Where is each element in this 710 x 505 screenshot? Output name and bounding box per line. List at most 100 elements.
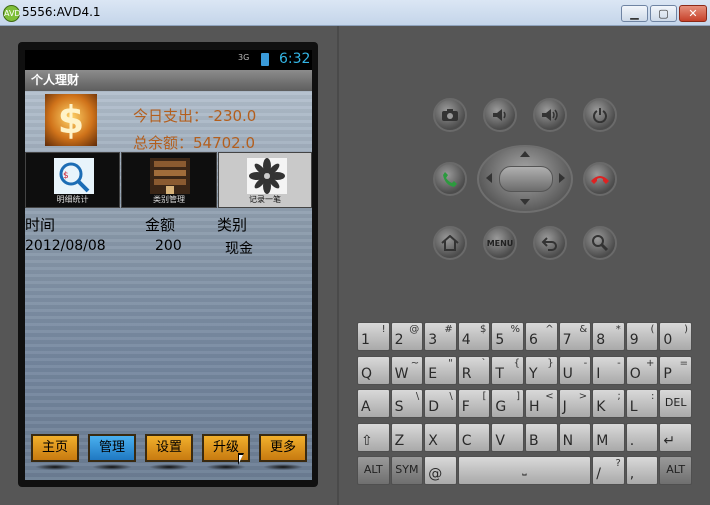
search-button[interactable] bbox=[583, 226, 617, 260]
key-label: C bbox=[461, 432, 472, 449]
key-at[interactable]: @ bbox=[424, 456, 457, 486]
key-comma[interactable]: , bbox=[625, 456, 659, 486]
menu-icon: MENU bbox=[486, 238, 514, 248]
key-0[interactable]: 0) bbox=[659, 322, 692, 351]
key-enter[interactable]: ↵ bbox=[659, 422, 692, 452]
key-6[interactable]: 6 ^ bbox=[525, 322, 558, 351]
key-2[interactable]: 2 @ bbox=[390, 322, 424, 351]
key-h[interactable]: H < bbox=[525, 389, 558, 419]
key-s[interactable]: S \ bbox=[390, 389, 424, 419]
table-row-amount[interactable]: 200 bbox=[155, 238, 182, 254]
key-alt-label: + bbox=[646, 357, 655, 369]
key-9[interactable]: 9( bbox=[625, 322, 659, 351]
key-f[interactable]: F[ bbox=[457, 389, 491, 419]
dpad-up-icon[interactable] bbox=[520, 151, 530, 157]
key-e[interactable]: E " bbox=[424, 355, 457, 385]
nav-home-button[interactable]: 主页 bbox=[31, 434, 79, 462]
key-alt-label: ~ bbox=[410, 357, 420, 369]
nav-more-button[interactable]: 更多 bbox=[259, 434, 307, 462]
key-label: H bbox=[529, 399, 540, 416]
power-button[interactable] bbox=[583, 98, 617, 132]
home-button[interactable] bbox=[433, 226, 467, 260]
key-alt[interactable]: ALT bbox=[659, 456, 692, 486]
key-l[interactable]: L: bbox=[625, 389, 659, 419]
key-o[interactable]: O + bbox=[625, 355, 659, 385]
key-g[interactable]: G] bbox=[491, 389, 524, 419]
key-b[interactable]: B bbox=[525, 422, 558, 452]
key-label: D bbox=[428, 399, 439, 416]
nav-settings-button[interactable]: 设置 bbox=[145, 434, 193, 462]
tile-category[interactable]: 类别管理 bbox=[121, 152, 217, 208]
key-y[interactable]: Y} bbox=[525, 355, 558, 385]
key-j[interactable]: J > bbox=[558, 389, 592, 419]
key-label: ↵ bbox=[663, 432, 676, 449]
key-d[interactable]: D \ bbox=[424, 389, 457, 419]
key-7[interactable]: 7 & bbox=[558, 322, 592, 351]
camera-button[interactable] bbox=[433, 98, 467, 132]
minimize-button[interactable]: ▁ bbox=[621, 5, 648, 22]
signal-icon: 3G bbox=[238, 53, 250, 62]
key-k[interactable]: K; bbox=[592, 389, 625, 419]
key-4[interactable]: 4 $ bbox=[457, 322, 491, 351]
key-alt-label: ; bbox=[617, 391, 621, 403]
key-del[interactable]: DEL bbox=[659, 389, 692, 419]
end-call-icon bbox=[591, 176, 609, 184]
key-p[interactable]: P = bbox=[659, 355, 692, 385]
menu-button[interactable]: MENU bbox=[483, 226, 517, 260]
volume-down-button[interactable] bbox=[483, 98, 517, 132]
key-alt-label: > bbox=[578, 391, 588, 403]
emulator-app-icon: AVD bbox=[3, 5, 21, 22]
dpad-left-icon[interactable] bbox=[486, 173, 492, 183]
key-w[interactable]: W ~ bbox=[390, 355, 424, 385]
column-header-time: 时间 bbox=[25, 216, 56, 234]
back-button[interactable] bbox=[533, 226, 567, 260]
space-icon: ⎵ bbox=[522, 463, 527, 477]
key-5[interactable]: 5% bbox=[491, 322, 524, 351]
key-z[interactable]: Z bbox=[390, 422, 424, 452]
key-u[interactable]: U- bbox=[558, 355, 592, 385]
key-3[interactable]: 3 # bbox=[424, 322, 457, 351]
key-slash[interactable]: /? bbox=[592, 456, 625, 486]
key-a[interactable]: A bbox=[357, 389, 390, 419]
key-i[interactable]: I- bbox=[592, 355, 625, 385]
key-alt-label: ? bbox=[615, 458, 621, 470]
key-space[interactable]: ⎵ bbox=[457, 456, 592, 486]
key-alt[interactable]: ALT bbox=[357, 456, 390, 486]
key-n[interactable]: N bbox=[558, 422, 592, 452]
end-call-button[interactable] bbox=[583, 162, 617, 196]
call-button[interactable] bbox=[433, 162, 467, 196]
back-icon bbox=[541, 237, 557, 251]
window-title: 5556:AVD4.1 bbox=[22, 5, 101, 19]
close-button[interactable]: ✕ bbox=[679, 5, 707, 22]
today-spend: 今日支出：-230.0 bbox=[133, 107, 257, 125]
volume-up-button[interactable] bbox=[533, 98, 567, 132]
key-shift[interactable]: ⇧ bbox=[357, 422, 390, 452]
key-label: O bbox=[629, 365, 641, 382]
key-alt-label: ^ bbox=[545, 324, 554, 335]
key-c[interactable]: C bbox=[457, 422, 491, 452]
key-sym[interactable]: SYM bbox=[390, 456, 424, 486]
key-t[interactable]: T{ bbox=[491, 355, 524, 385]
maximize-button[interactable]: ▢ bbox=[650, 5, 677, 22]
tile-stats[interactable]: $ 明细统计 bbox=[25, 152, 120, 208]
key-1[interactable]: 1! bbox=[357, 322, 390, 351]
key-.[interactable]: . bbox=[625, 422, 659, 452]
dpad-right-icon[interactable] bbox=[559, 173, 565, 183]
tile-record[interactable]: 记录一笔 bbox=[218, 152, 312, 208]
key-label: U bbox=[562, 365, 573, 382]
nav-manage-button[interactable]: 管理 bbox=[88, 434, 136, 462]
dpad-center-button[interactable] bbox=[499, 166, 553, 192]
key-alt-label: : bbox=[651, 391, 655, 403]
key-q[interactable]: Q bbox=[357, 355, 390, 385]
key-m[interactable]: M bbox=[592, 422, 625, 452]
tile-category-caption: 类别管理 bbox=[153, 195, 185, 204]
key-v[interactable]: V bbox=[491, 422, 524, 452]
table-row-date[interactable]: 2012/08/08 bbox=[25, 238, 106, 254]
key-8[interactable]: 8 * bbox=[592, 322, 625, 351]
key-label: L bbox=[629, 399, 638, 416]
key-alt-label: } bbox=[547, 357, 554, 369]
dpad-down-icon[interactable] bbox=[520, 199, 530, 205]
key-x[interactable]: X bbox=[424, 422, 457, 452]
table-row-category[interactable]: 现金 bbox=[225, 238, 253, 258]
key-r[interactable]: R ` bbox=[457, 355, 491, 385]
